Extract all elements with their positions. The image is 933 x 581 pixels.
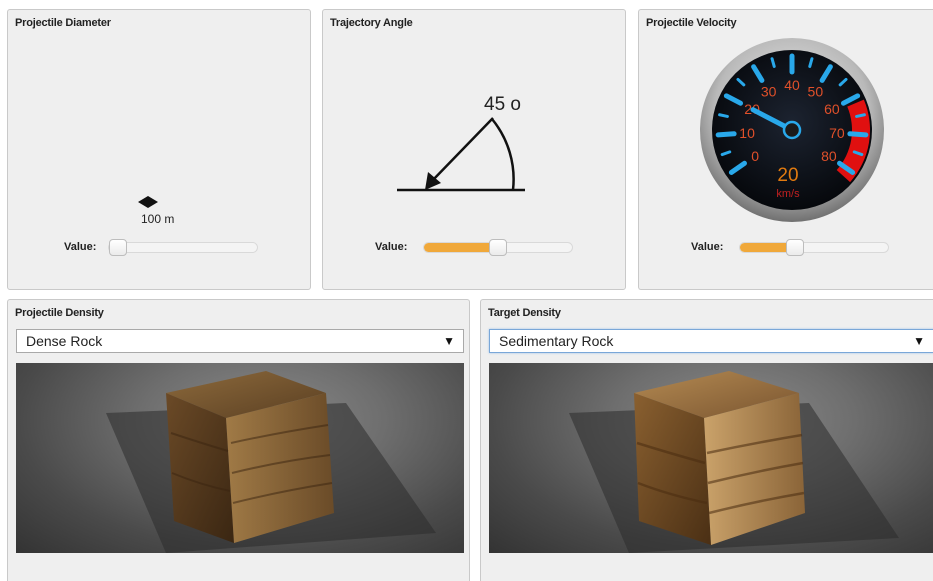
trajectory-angle-panel: Trajectory Angle 45 o Value: — [322, 9, 626, 290]
target-density-select[interactable]: Sedimentary Rock ▼ — [489, 329, 933, 353]
gauge-tick-label: 50 — [808, 84, 824, 100]
gauge-tick — [770, 57, 776, 68]
value-label: Value: — [64, 241, 97, 253]
gauge-tick-label: 60 — [824, 101, 840, 117]
panel-title: Target Density — [488, 307, 561, 319]
panel-title: Projectile Density — [15, 307, 104, 319]
gauge-tick-label: 0 — [751, 148, 759, 164]
projectile-density-panel: Projectile Density Dense Rock ▼ — [7, 299, 470, 581]
gauge-tick-label: 40 — [784, 77, 800, 93]
projectile-density-select[interactable]: Dense Rock ▼ — [16, 329, 464, 353]
rock-cube-image — [489, 363, 933, 553]
dropdown-arrow-icon: ▼ — [443, 334, 455, 348]
gauge-unit: km/s — [776, 188, 800, 200]
value-label: Value: — [375, 241, 408, 253]
value-label: Value: — [691, 241, 724, 253]
target-density-panel: Target Density Sedimentary Rock ▼ — [480, 299, 933, 581]
gauge-tick-label: 30 — [761, 84, 777, 100]
projectile-size-icon — [138, 196, 158, 208]
angle-slider-row: Value: — [375, 238, 625, 258]
gauge-readout: 20 — [777, 165, 798, 186]
panel-title: Projectile Diameter — [15, 17, 111, 29]
gauge-tick — [855, 113, 866, 118]
dropdown-arrow-icon: ▼ — [913, 334, 925, 348]
angle-diagram — [397, 117, 525, 192]
angle-slider[interactable] — [423, 239, 573, 256]
projectile-velocity-panel: Projectile Velocity 01020304050607080 20… — [638, 9, 933, 290]
gauge-tick — [808, 57, 814, 68]
rock-cube-image — [16, 363, 464, 553]
projectile-size-text: 100 m — [141, 212, 175, 226]
velocity-slider[interactable] — [739, 239, 889, 256]
slider-thumb[interactable] — [109, 239, 127, 256]
gauge-tick — [847, 131, 869, 138]
slider-thumb[interactable] — [785, 239, 804, 256]
gauge-tick — [718, 113, 729, 118]
slider-fill — [424, 243, 498, 252]
panel-title: Projectile Velocity — [646, 17, 737, 29]
velocity-slider-row: Value: — [691, 238, 931, 258]
selected-value: Sedimentary Rock — [499, 333, 614, 349]
gauge-tick-label: 70 — [829, 125, 845, 141]
diameter-slider[interactable] — [108, 239, 258, 256]
speedometer-gauge: 01020304050607080 20 km/s — [700, 38, 884, 222]
gauge-tick-label: 80 — [821, 148, 837, 164]
panel-title: Trajectory Angle — [330, 17, 413, 29]
slider-thumb[interactable] — [489, 239, 507, 256]
gauge-tick-label: 10 — [739, 125, 755, 141]
selected-value: Dense Rock — [26, 333, 103, 349]
diameter-slider-row: Value: — [64, 238, 304, 258]
gauge-tick — [715, 131, 737, 138]
projectile-diameter-panel: Projectile Diameter 100 m Value: — [7, 9, 311, 290]
